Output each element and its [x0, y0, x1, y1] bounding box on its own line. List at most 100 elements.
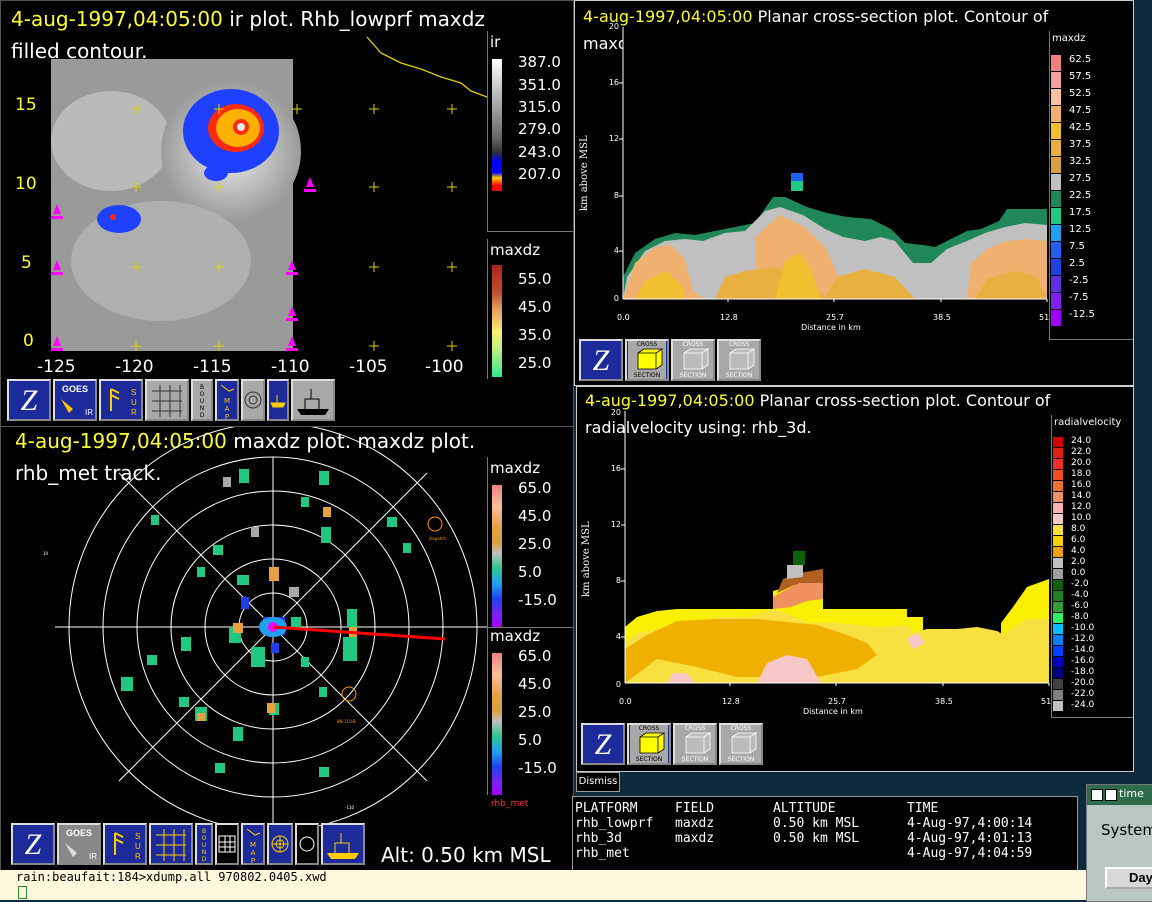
svg-text:IR: IR [89, 852, 97, 861]
terminal-cursor [18, 886, 27, 899]
cross-section-button[interactable]: CROSS SECTION [673, 723, 717, 765]
maxdz-cs-xtick: 12.8 [720, 313, 738, 322]
legend-swatch [1051, 140, 1061, 156]
surface-button[interactable]: SUR [103, 823, 147, 865]
svg-text:B: B [202, 828, 206, 835]
window-menu-icon[interactable] [1091, 789, 1103, 801]
legend-label: 4.0 [1071, 546, 1086, 556]
legend-swatch [1053, 536, 1063, 546]
ir-legend-label: 207.0 [518, 165, 561, 183]
time-window: time System Day [1086, 784, 1152, 902]
ir-y-tick: 5 [21, 253, 32, 273]
cross-section-button[interactable]: CROSS SECTION [627, 723, 671, 765]
legend-swatch [1053, 558, 1063, 568]
svg-text:8: 8 [614, 191, 619, 200]
circle-overlay-button[interactable] [241, 379, 265, 421]
zebra-z-button[interactable]: Z [7, 379, 51, 421]
table-cell: 4-Aug-97,4:01:13 [907, 831, 1033, 846]
dismiss-button[interactable]: Dismiss [576, 772, 620, 792]
ship-button[interactable] [291, 379, 335, 421]
svg-text:R: R [131, 408, 137, 417]
legend-label: 18.0 [1071, 469, 1092, 479]
legend-swatch [1053, 690, 1063, 700]
terminal-line: rain:beaufait:184>xdump.all 970802.0405.… [16, 870, 327, 884]
legend-swatch [1053, 459, 1063, 469]
legend-swatch [1053, 635, 1063, 645]
zebra-z-button[interactable]: Z [581, 723, 625, 765]
legend-label: 16.0 [1071, 480, 1092, 490]
legend-label: -7.5 [1069, 292, 1089, 303]
ir-x-tick: -110 [271, 357, 310, 377]
table-grid-button[interactable] [215, 823, 239, 865]
surface-button[interactable]: SUR [99, 379, 143, 421]
zebra-z-button[interactable]: Z [11, 823, 55, 865]
window-minimize-icon[interactable] [1105, 789, 1117, 801]
ir-legend-label: 243.0 [518, 143, 561, 161]
ship-small-button[interactable] [267, 379, 289, 421]
cross-section-button[interactable]: CROSS SECTION [671, 339, 715, 381]
cross-section-button[interactable]: CROSS SECTION [625, 339, 669, 381]
radar-legend-1-title: maxdz [490, 459, 541, 477]
radar-ring-label: -110 [345, 805, 355, 810]
radar-legend-1-label: 65.0 [518, 479, 552, 497]
svg-text:0: 0 [614, 294, 619, 303]
legend-label: -22.0 [1071, 689, 1095, 699]
ir-x-tick: -115 [193, 357, 232, 377]
svg-text:D: D [202, 856, 207, 863]
svg-text:8: 8 [616, 576, 621, 585]
grid-button[interactable] [149, 823, 193, 865]
cross-section-button[interactable]: CROSS SECTION [719, 723, 763, 765]
svg-text:M: M [250, 841, 256, 849]
legend-label: 0.0 [1071, 568, 1086, 578]
maxdz-cs-xtick: 0.0 [617, 313, 630, 322]
legend-swatch [1053, 602, 1063, 612]
legend-label: 24.0 [1071, 436, 1092, 446]
svg-text:P: P [225, 413, 229, 419]
ir-y-tick: 15 [15, 95, 37, 115]
bounds-button[interactable]: BOUND [195, 823, 213, 865]
grid-button[interactable] [145, 379, 189, 421]
table-row: rhb_met 4-Aug-97,4:04:59 [575, 846, 1067, 861]
table-row: rhb_lowprf maxdz 0.50 km MSL 4-Aug-97,4:00:… [575, 816, 1067, 831]
maxdz-cs-xtick: 38.5 [933, 313, 951, 322]
legend-swatch [1053, 481, 1063, 491]
map-button[interactable]: MAP [215, 379, 239, 421]
info-table-window: PLATFORM FIELD ALTITUDE TIME rhb_lowprf maxdz… [572, 796, 1078, 876]
ir-maxdz-legend: maxdz 55.0 45.0 35.0 25.0 [487, 239, 573, 379]
maxdz-cs-toolbar: Z CROSS SECTION CROSS SECTION CROSS SECT… [579, 339, 761, 381]
svg-text:R: R [135, 852, 141, 861]
legend-swatch [1051, 242, 1061, 258]
svg-text:N: N [202, 849, 207, 856]
ir-maxdz-legend-label: 35.0 [518, 326, 552, 344]
day-button[interactable]: Day [1105, 867, 1152, 889]
rv-cs-xtick: 25.7 [828, 697, 846, 706]
goes-ir-button[interactable]: GOES IR [57, 823, 101, 865]
circle-button[interactable] [295, 823, 319, 865]
legend-label: 6.0 [1071, 535, 1086, 545]
legend-swatch [1051, 276, 1061, 292]
legend-label: 47.5 [1069, 105, 1092, 116]
zebra-z-button[interactable]: Z [579, 339, 623, 381]
radar-legend-2-label: 65.0 [518, 647, 552, 665]
ir-maxdz-legend-label: 45.0 [518, 298, 552, 316]
cross-section-button[interactable]: CROSS SECTION [717, 339, 761, 381]
bounds-button[interactable]: BOUND [191, 379, 213, 421]
altitude-readout: Alt: 0.50 km MSL [381, 843, 551, 867]
terminal-window[interactable]: rain:beaufait:184>xdump.all 970802.0405.… [0, 870, 1086, 900]
rv-cs-xtick: 0.0 [619, 697, 632, 706]
legend-label: -14.0 [1071, 645, 1095, 655]
svg-text:GOES: GOES [62, 384, 88, 394]
ir-legend-label: 279.0 [518, 120, 561, 138]
legend-swatch [1053, 547, 1063, 557]
svg-text:4: 4 [614, 246, 619, 255]
legend-label: -12.5 [1069, 309, 1095, 320]
goes-ir-button[interactable]: GOES IR [53, 379, 97, 421]
svg-text:U: U [135, 842, 141, 851]
maxdz-cross-section-window: 4-aug-1997,04:05:00 Planar cross-section… [574, 0, 1134, 386]
map-button[interactable]: MAP [241, 823, 265, 865]
ship-button[interactable] [321, 823, 365, 865]
range-ring-button[interactable] [267, 823, 293, 865]
ir-legend-label: 387.0 [518, 53, 561, 71]
radar-ppi-plot[interactable]: dispatch 8N-110-B 10 -110 [1, 427, 487, 827]
legend-swatch [1051, 72, 1061, 88]
